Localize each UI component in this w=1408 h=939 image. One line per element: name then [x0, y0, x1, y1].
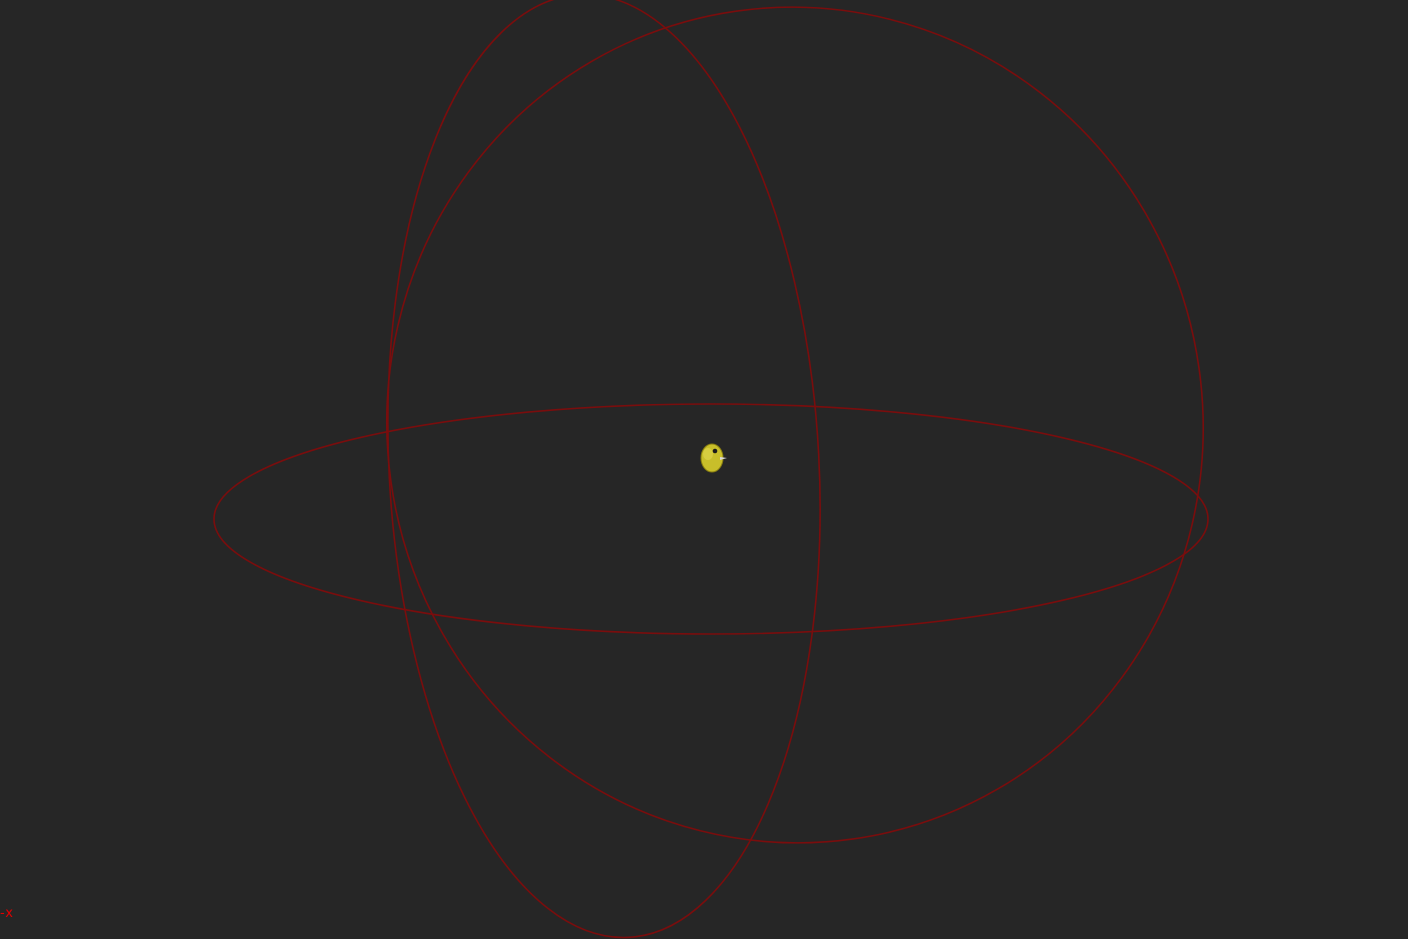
rotation-ring-vertical-wide[interactable]	[333, 0, 1257, 896]
object-shading	[703, 448, 713, 460]
axis-label-negative-x: -x	[0, 906, 14, 921]
object-pointer-icon	[720, 457, 727, 460]
rotation-ring-vertical-narrow[interactable]	[365, 0, 844, 939]
viewport-canvas[interactable]	[0, 0, 1408, 939]
rotation-ring-horizontal[interactable]	[213, 403, 1209, 635]
rotation-gizmo[interactable]	[213, 0, 1257, 939]
selected-object[interactable]	[700, 443, 727, 473]
object-eye-icon	[712, 448, 718, 454]
3d-viewport[interactable]: -x	[0, 0, 1408, 939]
